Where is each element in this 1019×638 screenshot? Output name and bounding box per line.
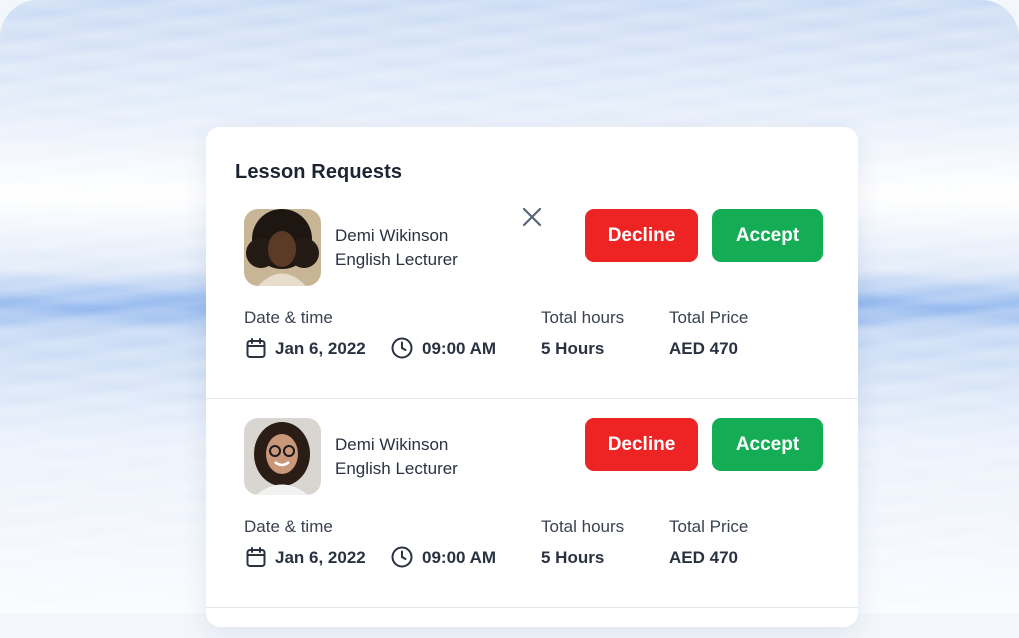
- lesson-request-1: Demi Wikinson English Lecturer Decline A…: [206, 127, 858, 359]
- total-hours-value: 5 Hours: [541, 339, 605, 358]
- request-time: 09:00 AM: [422, 339, 497, 358]
- avatar: [244, 418, 321, 495]
- requester-role: English Lecturer: [335, 459, 458, 478]
- calendar-icon: [244, 545, 268, 569]
- calendar-icon: [244, 336, 268, 360]
- requester-name: Demi Wikinson: [335, 226, 449, 245]
- total-price-label: Total Price: [669, 308, 749, 327]
- clock-icon: [390, 336, 414, 360]
- accept-button[interactable]: Accept: [712, 209, 823, 262]
- date-time-label: Date & time: [244, 308, 333, 327]
- lesson-request-2: Demi Wikinson English Lecturer Decline A…: [206, 398, 858, 608]
- date-time-label: Date & time: [244, 517, 333, 536]
- lesson-request-3-partial: [206, 607, 858, 638]
- total-price-value: AED 470: [669, 339, 738, 358]
- accept-button[interactable]: Accept: [712, 418, 823, 471]
- total-hours-label: Total hours: [541, 517, 625, 536]
- request-date: Jan 6, 2022: [275, 339, 366, 358]
- total-price-value: AED 470: [669, 548, 738, 567]
- clock-icon: [390, 545, 414, 569]
- avatar: [244, 209, 321, 286]
- total-price-label: Total Price: [669, 517, 749, 536]
- decline-button[interactable]: Decline: [585, 418, 698, 471]
- requester-name: Demi Wikinson: [335, 435, 449, 454]
- request-date: Jan 6, 2022: [275, 548, 366, 567]
- close-icon[interactable]: [520, 205, 544, 229]
- lesson-requests-card: Lesson Requests Demi Wikinson English Le…: [206, 127, 858, 627]
- total-hours-label: Total hours: [541, 308, 625, 327]
- request-time: 09:00 AM: [422, 548, 497, 567]
- total-hours-value: 5 Hours: [541, 548, 605, 567]
- decline-button[interactable]: Decline: [585, 209, 698, 262]
- requester-role: English Lecturer: [335, 250, 458, 269]
